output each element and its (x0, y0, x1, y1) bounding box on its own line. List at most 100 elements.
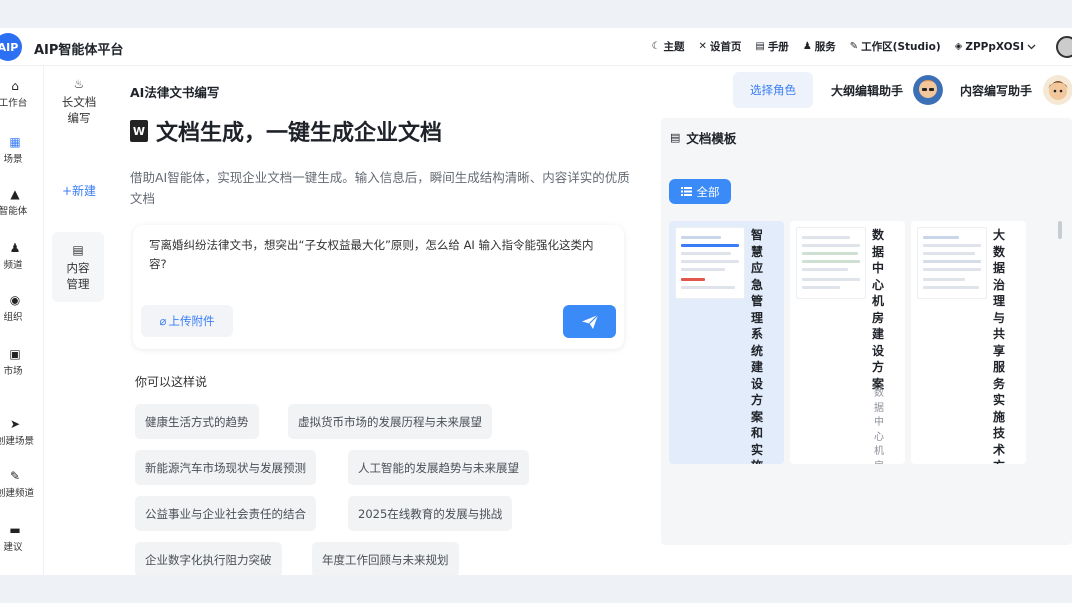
filter-all-button[interactable]: 全部 (669, 179, 731, 204)
template-thumbnail (796, 227, 866, 299)
brush-icon: ✎ (9, 469, 21, 483)
template-title-text: 文档模板 (686, 131, 737, 146)
rail-item-feedback[interactable]: ▬ 建议 (0, 524, 30, 553)
file-icon: ▤ (72, 243, 84, 257)
rail-item-scenes[interactable]: ▦ 场景 (0, 136, 30, 165)
list-icon (680, 187, 692, 196)
tools-icon: ✕ (698, 41, 707, 52)
rail-item-home[interactable]: ⌂ 工作台 (0, 80, 30, 109)
page-description: 借助AI智能体，实现企业文档一键生成。输入信息后，瞬间生成结构清晰、内容详实的优… (130, 170, 630, 206)
assistant-content-label[interactable]: 内容编写助手 (960, 82, 1032, 99)
topnav-label: 服务 (814, 41, 836, 53)
rail-item-create-scene[interactable]: ➤ 创建场景 (0, 417, 35, 447)
topnav-label: 主题 (663, 41, 685, 53)
rail-label: 智能体 (0, 206, 28, 217)
moon-icon: ☾ (651, 41, 661, 52)
assistant-content-avatar[interactable] (1043, 75, 1072, 105)
rail-label: 组织 (3, 312, 23, 323)
topnav-service[interactable]: ♟ 服务 (803, 39, 836, 54)
template-thumbnail (917, 227, 987, 299)
subnav-longdoc[interactable]: ♨ 长文档 编写 (54, 76, 104, 126)
rail-label: 建议 (3, 542, 23, 553)
suggestion-chip[interactable]: 2025在线教育的发展与挑战 (348, 496, 513, 531)
template-panel-title: ▤ 文档模板 (670, 128, 736, 147)
rail-label: 创建频道 (0, 488, 35, 499)
rail-label: 创建场景 (0, 436, 35, 447)
app-title: AIP智能体平台 (34, 43, 124, 58)
topnav-manual[interactable]: ▤ 手册 (755, 39, 788, 54)
rail-item-channels[interactable]: ♟ 频道 (0, 242, 30, 271)
agent-icon: ▲ (10, 187, 20, 201)
chevron-down-icon (1027, 44, 1036, 49)
topnav-label: 工作区(Studio) (861, 41, 941, 53)
rail-item-market[interactable]: ▣ 市场 (0, 348, 30, 377)
org-icon: ◉ (9, 293, 21, 307)
people-icon: ♟ (802, 41, 812, 52)
topnav-label: 设首页 (709, 41, 742, 53)
home-icon: ⌂ (11, 79, 19, 93)
longdoc-icon: ♨ (73, 77, 85, 91)
user-avatar[interactable] (1056, 36, 1072, 58)
template-card-title: 数据中心机房建设方案 (872, 228, 885, 391)
suggestion-chip[interactable]: 年度工作回顾与未来规划 (312, 542, 459, 575)
upload-attachment-button[interactable]: ⌀ 上传附件 (141, 305, 233, 337)
top-bar: AIP AIP智能体平台 ☾ 主题 ✕ 设首页 ▤ 手册 ♟ 服务 ✎ 工作区(Studi… (0, 28, 1072, 66)
page-breadcrumb: AI法律文书编写 (130, 85, 220, 100)
select-role-button[interactable]: 选择角色 (733, 72, 813, 108)
topnav-set-home[interactable]: ✕ 设首页 (698, 39, 741, 54)
rail-label: 市场 (3, 366, 23, 377)
suggestion-chip[interactable]: 新能源汽车市场现状与发展预测 (135, 450, 316, 485)
suggestion-chip[interactable]: 健康生活方式的趋势 (135, 404, 259, 439)
prompt-box: 写离婚纠纷法律文书，想突出“子女权益最大化”原则，怎么给 AI 输入指令能强化这… (133, 225, 624, 349)
suggestion-chip[interactable]: 虚拟货币市场的发展历程与未来展望 (288, 404, 492, 439)
template-scrollbar[interactable] (1058, 221, 1062, 239)
topnav-label: 手册 (767, 41, 789, 53)
rail-item-create-channel[interactable]: ✎ 创建频道 (0, 469, 35, 499)
paperclip-icon: ⌀ (159, 314, 167, 328)
scenes-icon: ▦ (9, 135, 21, 149)
topnav-user-menu[interactable]: ◈ ZPPpXOSI (955, 41, 1036, 53)
pdf-icon: ▤ (670, 131, 681, 144)
send-button[interactable] (563, 305, 616, 338)
doc-icon: ▤ (755, 41, 765, 52)
topnav-workspace[interactable]: ✎ 工作区(Studio) (850, 39, 941, 54)
template-panel: ▤ 文档模板 全部 智慧应急管理系统建设方案和实施… (661, 118, 1072, 545)
template-card-subtitle: 数据中心机房建设方案 (874, 388, 884, 464)
template-card-title: 智慧应急管理系统建设方案和实施… (751, 228, 775, 464)
market-icon: ▣ (9, 347, 21, 361)
suggestion-chip[interactable]: 人工智能的发展趋势与未来展望 (348, 450, 529, 485)
template-card-title: 大数据治理与共享服务实施技术方… (993, 228, 1017, 464)
app-logo[interactable]: AIP (0, 33, 22, 61)
app-window: AIP AIP智能体平台 ☾ 主题 ✕ 设首页 ▤ 手册 ♟ 服务 ✎ 工作区(Studi… (0, 28, 1072, 575)
page-title-text: 文档生成，一键生成企业文档 (156, 121, 443, 146)
send-icon: ➤ (9, 417, 21, 431)
channel-icon: ♟ (9, 241, 21, 255)
rail-item-agents[interactable]: ▲ 智能体 (0, 188, 30, 217)
subnav-label: 长文档 编写 (61, 95, 97, 125)
template-card[interactable]: 智慧应急管理系统建设方案和实施… (669, 221, 784, 464)
left-rail: ⌂ 工作台 ▦ 场景 ▲ 智能体 ♟ 频道 ◉ 组织 ▣ 市场 ➤ 创建场景 ✎ 创建频道 ▬ 建… (0, 66, 44, 575)
template-thumbnail (675, 227, 745, 299)
suggestion-chip[interactable]: 企业数字化执行阻力突破 (135, 542, 282, 575)
topnav-theme[interactable]: ☾ 主题 (652, 39, 685, 54)
template-card[interactable]: 大数据治理与共享服务实施技术方… (911, 221, 1026, 464)
top-nav: ☾ 主题 ✕ 设首页 ▤ 手册 ♟ 服务 ✎ 工作区(Studio) ◈ ZPPpXOSI (652, 39, 1037, 54)
template-card[interactable]: 数据中心机房建设方案 数据中心机房建设方案 (790, 221, 905, 464)
subnav-content-mgmt[interactable]: ▤ 内容 管理 (52, 232, 104, 302)
chat-icon: ▬ (9, 523, 21, 537)
word-doc-icon: W (130, 120, 148, 142)
pen-icon: ✎ (849, 41, 859, 52)
assistant-outline-avatar[interactable] (913, 75, 943, 105)
suggestion-chip[interactable]: 公益事业与企业社会责任的结合 (135, 496, 316, 531)
secondary-sidebar: ♨ 长文档 编写 +新建 ▤ 内容 管理 (44, 66, 114, 575)
topnav-label: ZPPpXOSI (965, 40, 1024, 53)
page-title: W 文档生成，一键生成企业文档 (130, 115, 442, 147)
prompt-input[interactable]: 写离婚纠纷法律文书，想突出“子女权益最大化”原则，怎么给 AI 输入指令能强化这… (149, 236, 609, 274)
paper-plane-icon (581, 314, 598, 329)
shield-icon: ◈ (954, 41, 963, 52)
rail-label: 工作台 (0, 98, 28, 109)
subnav-label: 内容 管理 (66, 261, 90, 291)
assistant-outline-label[interactable]: 大纲编辑助手 (831, 82, 903, 99)
new-doc-button[interactable]: +新建 (54, 182, 104, 199)
rail-item-org[interactable]: ◉ 组织 (0, 294, 30, 323)
